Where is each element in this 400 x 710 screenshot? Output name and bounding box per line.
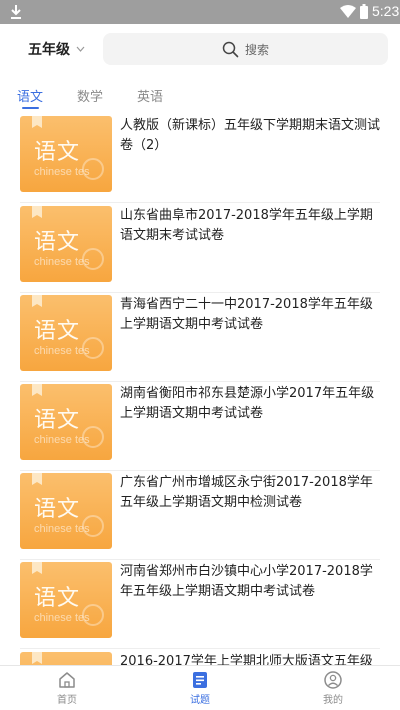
decor-circle bbox=[82, 337, 104, 359]
list-item[interactable]: 语文 chinese tes 河南省郑州市白沙镇中心小学2017-2018学年五… bbox=[0, 559, 400, 649]
decor-circle bbox=[82, 158, 104, 180]
paper-thumbnail: 语文 chinese tes bbox=[20, 295, 112, 371]
battery-icon bbox=[360, 4, 368, 19]
thumbnail-subject: 语文 bbox=[34, 497, 81, 522]
bottom-nav: 首页 试题 我的 bbox=[0, 665, 400, 710]
thumbnail-subject: 语文 bbox=[34, 408, 81, 433]
nav-exams[interactable]: 试题 bbox=[170, 670, 230, 706]
paper-title: 湖南省衡阳市祁东县楚源小学2017年五年级上学期语文期中考试试卷 bbox=[120, 386, 375, 421]
paper-thumbnail: 语文 chinese tes bbox=[20, 473, 112, 549]
paper-title: 2016-2017学年上学期北师大版语文五年级 bbox=[120, 654, 373, 665]
home-icon bbox=[59, 672, 75, 688]
bookmark-icon bbox=[32, 473, 42, 485]
nav-home-label: 首页 bbox=[57, 695, 77, 706]
tab-math[interactable]: 数学 bbox=[77, 86, 103, 105]
paper-thumbnail: 语文 chinese tes bbox=[20, 562, 112, 638]
tab-active-indicator bbox=[22, 107, 39, 109]
list-item[interactable]: 语文 chinese tes 广东省广州市增城区永宁街2017-2018学年五年… bbox=[0, 470, 400, 560]
decor-circle bbox=[82, 426, 104, 448]
decor-circle bbox=[82, 604, 104, 626]
header: 五年级 搜索 bbox=[0, 24, 400, 74]
paper-title: 山东省曲阜市2017-2018学年五年级上学期语文期末考试试卷 bbox=[120, 208, 373, 243]
wifi-icon bbox=[340, 5, 356, 18]
search-icon bbox=[222, 41, 239, 57]
tab-english[interactable]: 英语 bbox=[137, 86, 163, 105]
profile-icon bbox=[324, 671, 342, 689]
list-item[interactable]: 语文 chinese tes 2016-2017学年上学期北师大版语文五年级 bbox=[0, 649, 400, 665]
thumbnail-subject: 语文 bbox=[34, 140, 81, 165]
nav-exams-label: 试题 bbox=[190, 695, 210, 706]
list-item[interactable]: 语文 chinese tes 人教版（新课标）五年级下学期期末语文测试卷（2） bbox=[0, 113, 400, 203]
paper-list[interactable]: 语文 chinese tes 人教版（新课标）五年级下学期期末语文测试卷（2） … bbox=[0, 110, 400, 665]
nav-profile-label: 我的 bbox=[323, 695, 343, 706]
paper-thumbnail: 语文 chinese tes bbox=[20, 652, 112, 665]
bookmark-icon bbox=[32, 652, 42, 664]
bookmark-icon bbox=[32, 206, 42, 218]
thumbnail-subject: 语文 bbox=[34, 230, 81, 255]
grade-selector[interactable]: 五年级 bbox=[28, 39, 85, 59]
search-placeholder: 搜索 bbox=[244, 42, 269, 57]
status-bar: 5:23 bbox=[0, 0, 400, 24]
paper-title: 人教版（新课标）五年级下学期期末语文测试卷（2） bbox=[120, 118, 381, 153]
paper-thumbnail: 语文 chinese tes bbox=[20, 384, 112, 460]
list-item[interactable]: 语文 chinese tes 湖南省衡阳市祁东县楚源小学2017年五年级上学期语… bbox=[0, 381, 400, 471]
download-icon bbox=[11, 5, 21, 19]
list-item[interactable]: 语文 chinese tes 山东省曲阜市2017-2018学年五年级上学期语文… bbox=[0, 203, 400, 293]
thumbnail-subject: 语文 bbox=[34, 319, 81, 344]
nav-home[interactable]: 首页 bbox=[37, 670, 97, 706]
paper-title: 青海省西宁二十一中2017-2018学年五年级上学期语文期中考试试卷 bbox=[120, 297, 373, 332]
nav-profile[interactable]: 我的 bbox=[303, 670, 363, 706]
chevron-down-icon bbox=[76, 46, 85, 52]
list-item[interactable]: 语文 chinese tes 青海省西宁二十一中2017-2018学年五年级上学… bbox=[0, 292, 400, 382]
thumbnail-subject: 语文 bbox=[34, 586, 81, 611]
bookmark-icon bbox=[32, 384, 42, 396]
bookmark-icon bbox=[32, 295, 42, 307]
paper-title: 广东省广州市增城区永宁街2017-2018学年五年级上学期语文期中检测试卷 bbox=[120, 475, 373, 510]
decor-circle bbox=[82, 248, 104, 270]
tab-chinese[interactable]: 语文 bbox=[17, 86, 43, 105]
search-input[interactable]: 搜索 bbox=[103, 33, 388, 65]
paper-thumbnail: 语文 chinese tes bbox=[20, 206, 112, 282]
decor-circle bbox=[82, 515, 104, 537]
status-time: 5:23 bbox=[372, 3, 400, 19]
subject-tabs: 语文 数学 英语 bbox=[0, 80, 400, 110]
bookmark-icon bbox=[32, 562, 42, 574]
document-icon bbox=[193, 672, 207, 688]
bookmark-icon bbox=[32, 116, 42, 128]
paper-title: 河南省郑州市白沙镇中心小学2017-2018学年五年级上学期语文期中考试试卷 bbox=[120, 564, 373, 599]
paper-thumbnail: 语文 chinese tes bbox=[20, 116, 112, 192]
grade-selector-label: 五年级 bbox=[28, 42, 70, 58]
